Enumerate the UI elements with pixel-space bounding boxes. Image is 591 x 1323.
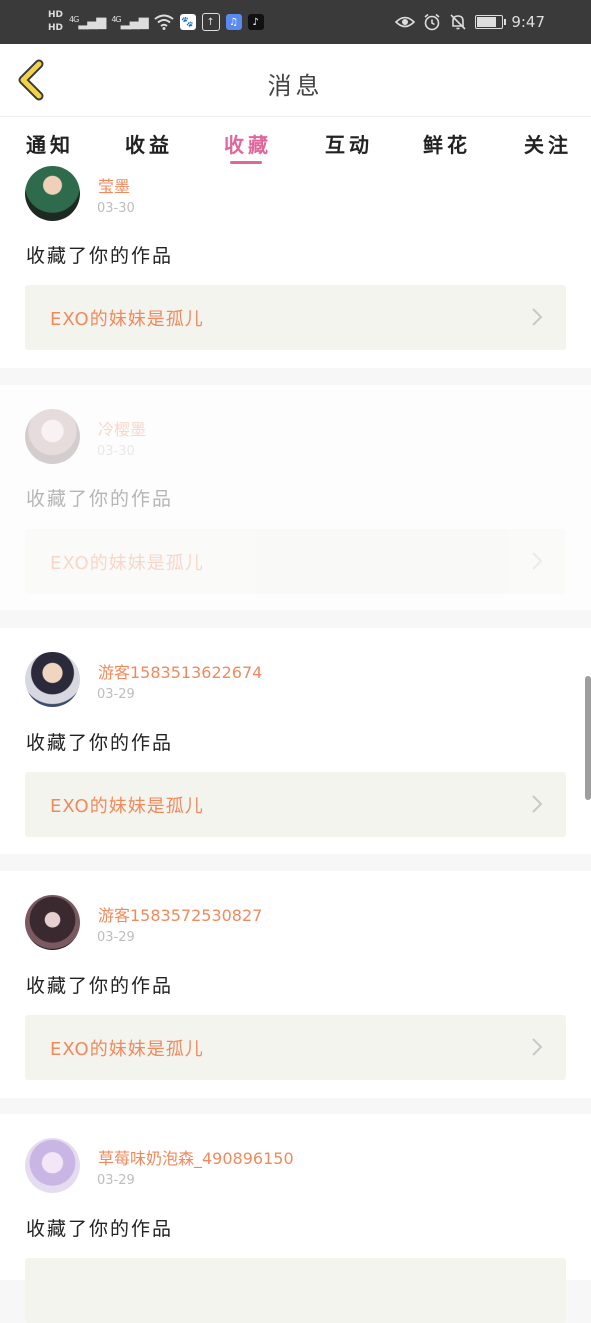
username[interactable]: 草莓味奶泡森_490896150 [98,1145,294,1169]
baidu-app-icon: 🐾 [179,14,196,30]
hd-label-2: HD [48,23,64,33]
scrollbar[interactable] [585,676,591,800]
clock: 9:47 [511,13,545,31]
message-card[interactable]: 草莓味奶泡森_490896150 03-29 收藏了你的作品 [0,1114,591,1323]
username[interactable]: 游客1583572530827 [98,902,262,926]
message-action: 收藏了你的作品 [26,975,174,997]
user-avatar[interactable] [25,1138,80,1193]
chevron-right-icon [532,795,543,813]
user-avatar[interactable] [25,895,80,950]
app-header: 消息 [0,44,591,117]
tiktok-app-icon: ♪ [247,14,264,30]
message-card[interactable]: 游客1583572530827 03-29 收藏了你的作品 EXO的妹妹是孤儿 [0,871,591,1098]
tab-favorites[interactable]: 收藏 [224,129,272,158]
user-avatar[interactable] [25,166,80,221]
work-link[interactable]: EXO的妹妹是孤儿 [25,285,566,350]
message-card-content: 莹墨 03-30 收藏了你的作品 EXO的妹妹是孤儿 [0,166,591,368]
username[interactable]: 冷樱墨 [98,416,146,440]
status-bar: HD HD 4G▂▄▆ 4G▂▄▆ 🐾 ↑ ♫ ♪ 9:47 [0,0,591,44]
work-link[interactable] [25,1258,566,1323]
chevron-right-icon [532,552,543,570]
tab-bar: 通知 收益 收藏 互动 鲜花 关注 [0,117,591,173]
signal-4g-1: 4G▂▄▆ [69,14,106,30]
username[interactable]: 莹墨 [98,173,130,197]
hd-label-1: HD [48,10,64,20]
message-action: 收藏了你的作品 [26,732,174,754]
tab-interaction[interactable]: 互动 [325,129,373,158]
user-avatar[interactable] [25,409,80,464]
work-title: EXO的妹妹是孤儿 [50,553,204,574]
message-date: 03-30 [97,444,135,459]
message-card-content: 游客1583513622674 03-29 收藏了你的作品 EXO的妹妹是孤儿 [0,628,591,854]
status-left: HD HD 4G▂▄▆ 4G▂▄▆ 🐾 ↑ ♫ ♪ [48,6,264,38]
tab-follow[interactable]: 关注 [524,129,572,158]
chevron-right-icon [532,1038,543,1056]
work-title: EXO的妹妹是孤儿 [50,796,204,817]
message-action: 收藏了你的作品 [26,1218,174,1240]
message-date: 03-29 [97,930,135,945]
hd-indicator: HD HD [48,9,63,35]
message-date: 03-30 [97,201,135,216]
message-date: 03-29 [97,1173,135,1188]
music-app-icon: ♫ [225,14,242,30]
status-right: 9:47 [395,0,545,44]
message-action: 收藏了你的作品 [26,488,174,510]
eye-icon [395,16,416,28]
message-date: 03-29 [97,687,135,702]
message-card[interactable]: 游客1583513622674 03-29 收藏了你的作品 EXO的妹妹是孤儿 [0,628,591,854]
work-link[interactable]: EXO的妹妹是孤儿 [25,1015,566,1080]
tab-notice[interactable]: 通知 [26,129,74,158]
username[interactable]: 游客1583513622674 [98,659,262,683]
active-tab-indicator [230,161,262,164]
message-card-content: 草莓味奶泡森_490896150 03-29 收藏了你的作品 [0,1114,591,1323]
message-card-content: 冷樱墨 03-30 收藏了你的作品 EXO的妹妹是孤儿 [0,385,591,610]
tab-earnings[interactable]: 收益 [125,129,173,158]
message-card-content: 游客1583572530827 03-29 收藏了你的作品 EXO的妹妹是孤儿 [0,871,591,1098]
mute-icon [450,14,466,30]
signal-4g-2: 4G▂▄▆ [111,14,148,30]
work-link[interactable]: EXO的妹妹是孤儿 [25,772,566,837]
alarm-icon [424,13,440,31]
battery-level [477,17,497,27]
work-title: EXO的妹妹是孤儿 [50,309,204,330]
message-action: 收藏了你的作品 [26,245,174,267]
user-avatar[interactable] [25,652,80,707]
chevron-right-icon [532,308,543,326]
page-title: 消息 [267,72,324,100]
work-link[interactable]: EXO的妹妹是孤儿 [25,529,566,594]
battery-icon [475,15,507,29]
work-title: EXO的妹妹是孤儿 [50,1039,204,1060]
tab-flowers[interactable]: 鲜花 [423,129,471,158]
wifi-icon [153,14,174,30]
upload-app-icon: ↑ [201,13,220,31]
message-card[interactable]: 莹墨 03-30 收藏了你的作品 EXO的妹妹是孤儿 [0,166,591,368]
message-card[interactable]: 冷樱墨 03-30 收藏了你的作品 EXO的妹妹是孤儿 [0,385,591,610]
